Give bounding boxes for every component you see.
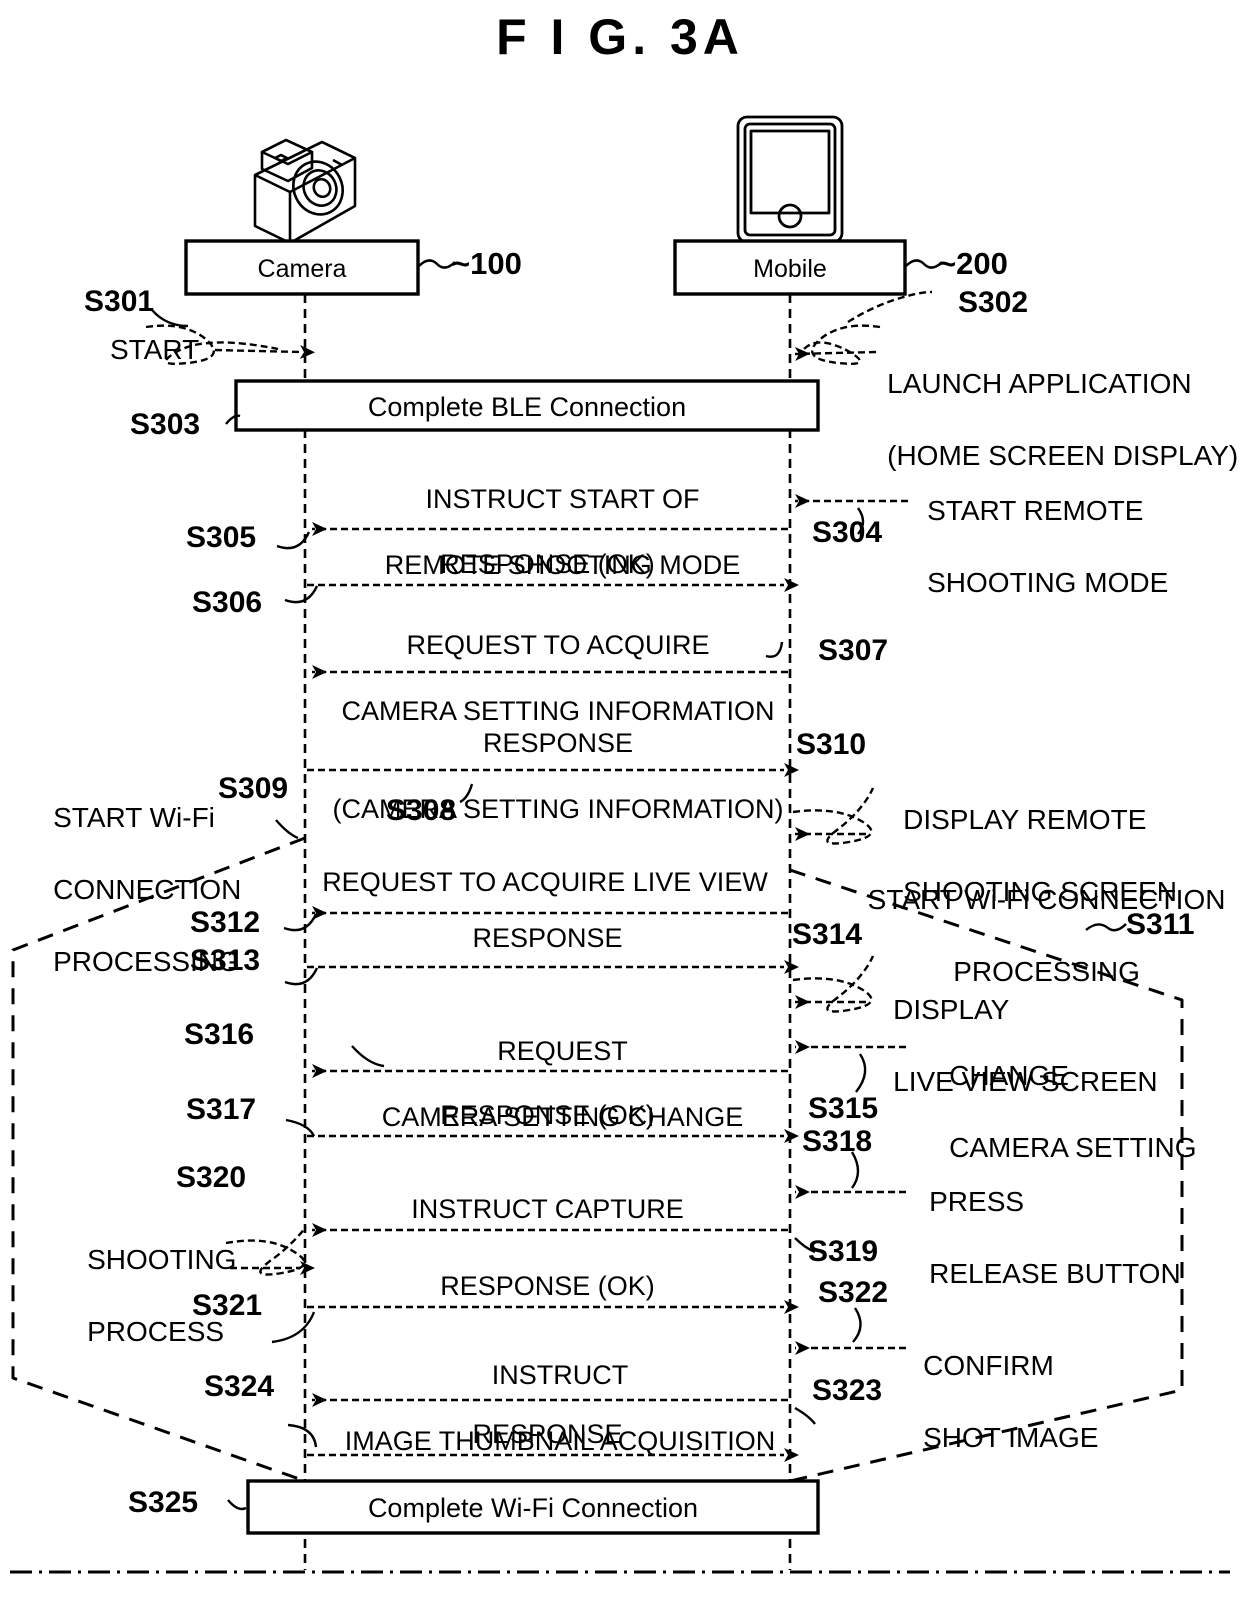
message-label-s308: RESPONSE (CAMERA SETTING INFORMATION)	[298, 694, 788, 859]
leader-s325	[227, 1499, 247, 1511]
step-id-s316: S316	[184, 1018, 255, 1051]
message-label-s312: REQUEST TO ACQUIRE LIVE VIEW	[322, 867, 768, 897]
leader-s301	[151, 309, 189, 328]
message-label-s317: RESPONSE (OK)	[440, 1100, 655, 1130]
message-label-s323: INSTRUCT IMAGE THUMBNAIL ACQUISITION	[300, 1326, 790, 1491]
step-id-s320: S320	[176, 1161, 247, 1194]
annotation-line-1: START Wi-Fi	[53, 802, 215, 833]
message-line-1: INSTRUCT	[491, 1360, 629, 1390]
message-label-s305: INSTRUCT START OF REMOTE SHOOTING MODE	[307, 450, 788, 615]
step-id-s306: S306	[192, 586, 263, 619]
annotation-line-1: CHANGE	[949, 1060, 1069, 1091]
step-id-s323: S323	[812, 1374, 883, 1407]
camera-icon	[253, 138, 357, 245]
message-line-1: REQUEST TO ACQUIRE	[406, 630, 710, 660]
message-label-s306: RESPONSE (OK)	[440, 549, 655, 579]
leader-100	[418, 259, 456, 269]
message-line-1: RESPONSE	[482, 728, 634, 758]
annotation-line-1: DISPLAY REMOTE	[903, 804, 1147, 835]
annotation-label-s319: SHOOTING PROCESS	[56, 1206, 236, 1386]
annotation-line-1: LAUNCH APPLICATION	[887, 368, 1192, 399]
message-label-s321: RESPONSE (OK)	[440, 1271, 655, 1301]
annotation-arrow-s301	[214, 345, 315, 359]
annotation-line-1: START REMOTE	[927, 495, 1144, 526]
step-id-s305: S305	[186, 521, 257, 554]
annotation-line-1: PRESS	[929, 1186, 1025, 1217]
message-label-s313: RESPONSE	[472, 923, 623, 953]
leader-s323	[794, 1406, 816, 1425]
message-label-s316: REQUEST CAMERA SETTING CHANGE	[307, 1002, 788, 1167]
smartphone-icon	[736, 115, 844, 244]
step-id-s317: S317	[186, 1093, 257, 1126]
ref-numeral-100: ~100	[452, 246, 522, 281]
actor-label-mobile: Mobile	[753, 255, 827, 283]
annotation-line-2: RELEASE BUTTON	[929, 1258, 1181, 1289]
leader-s302	[847, 290, 933, 324]
annotation-line-2: SHOT IMAGE	[923, 1422, 1099, 1453]
step-id-s322: S322	[818, 1276, 889, 1309]
step-id-s302: S302	[958, 286, 1029, 319]
message-label-s320: INSTRUCT CAPTURE	[411, 1194, 684, 1224]
annotation-label-s322: CONFIRM SHOT IMAGE	[892, 1312, 1098, 1492]
step-id-s310: S310	[796, 728, 867, 761]
leader-s309	[275, 819, 299, 840]
sync-box-label-wifi: Complete Wi-Fi Connection	[367, 1493, 699, 1523]
annotation-line-1: CONFIRM	[923, 1350, 1054, 1381]
step-id-s307: S307	[818, 634, 889, 667]
annotation-line-2: PROCESS	[87, 1316, 225, 1347]
annotation-line-1: SHOOTING	[87, 1244, 237, 1275]
annotation-line-2: SHOOTING MODE	[927, 567, 1169, 598]
message-line-1: REQUEST	[497, 1036, 628, 1066]
annotation-label-s304: START REMOTE SHOOTING MODE	[896, 457, 1168, 637]
annotation-line-2: CONNECTION	[53, 874, 242, 905]
message-line-2: (CAMERA SETTING INFORMATION)	[332, 794, 784, 824]
annotation-label-s301: START	[110, 334, 200, 365]
patent-figure-3a: F I G. 3A Camera Mobile ~100 ~200 Comple…	[0, 0, 1240, 1600]
annotation-label-s309: START Wi-Fi CONNECTION PROCESSING	[22, 764, 241, 1016]
annotation-label-s318: PRESS RELEASE BUTTON	[898, 1148, 1181, 1328]
actor-label-camera: Camera	[257, 255, 347, 283]
message-line-1: INSTRUCT START OF	[425, 484, 700, 514]
leader-200	[905, 259, 943, 269]
step-id-s304: S304	[812, 516, 883, 549]
step-id-s319: S319	[808, 1235, 879, 1268]
annotation-line-1: START Wi-Fi CONNECTION	[867, 884, 1226, 915]
step-id-s301: S301	[84, 285, 155, 318]
message-label-s324: RESPONSE	[472, 1419, 623, 1449]
leader-s322	[852, 1307, 862, 1343]
leader-s313	[284, 967, 319, 986]
annotation-line-3: PROCESSING	[53, 946, 240, 977]
sync-box-label-ble: Complete BLE Connection	[367, 392, 687, 422]
step-id-s325: S325	[128, 1486, 199, 1519]
ref-numeral-200: ~200	[938, 246, 1008, 281]
annotation-line-1: DISPLAY	[893, 994, 1010, 1025]
step-id-s303: S303	[130, 408, 201, 441]
